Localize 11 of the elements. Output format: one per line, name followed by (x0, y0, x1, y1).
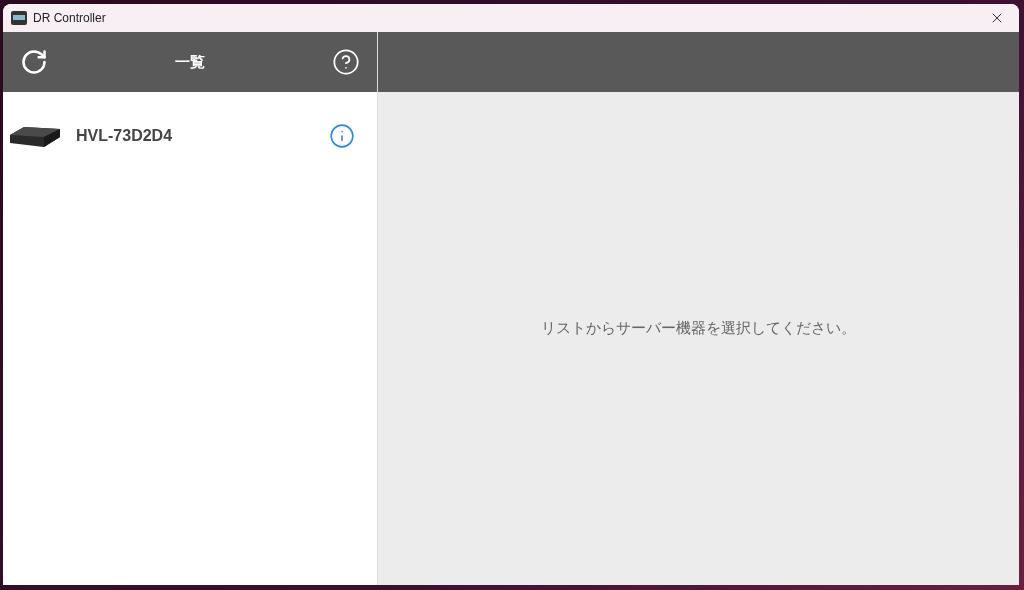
refresh-icon (20, 48, 48, 76)
info-button[interactable] (329, 123, 355, 149)
help-button[interactable] (331, 47, 361, 77)
window-title: DR Controller (33, 10, 106, 27)
list-title: 一覧 (175, 51, 205, 73)
app-icon (11, 11, 27, 25)
refresh-button[interactable] (19, 47, 49, 77)
empty-message: リストからサーバー機器を選択してください。 (541, 318, 856, 340)
help-icon (332, 48, 360, 76)
info-icon (329, 123, 355, 149)
device-name: HVL-73D2D4 (76, 126, 174, 146)
